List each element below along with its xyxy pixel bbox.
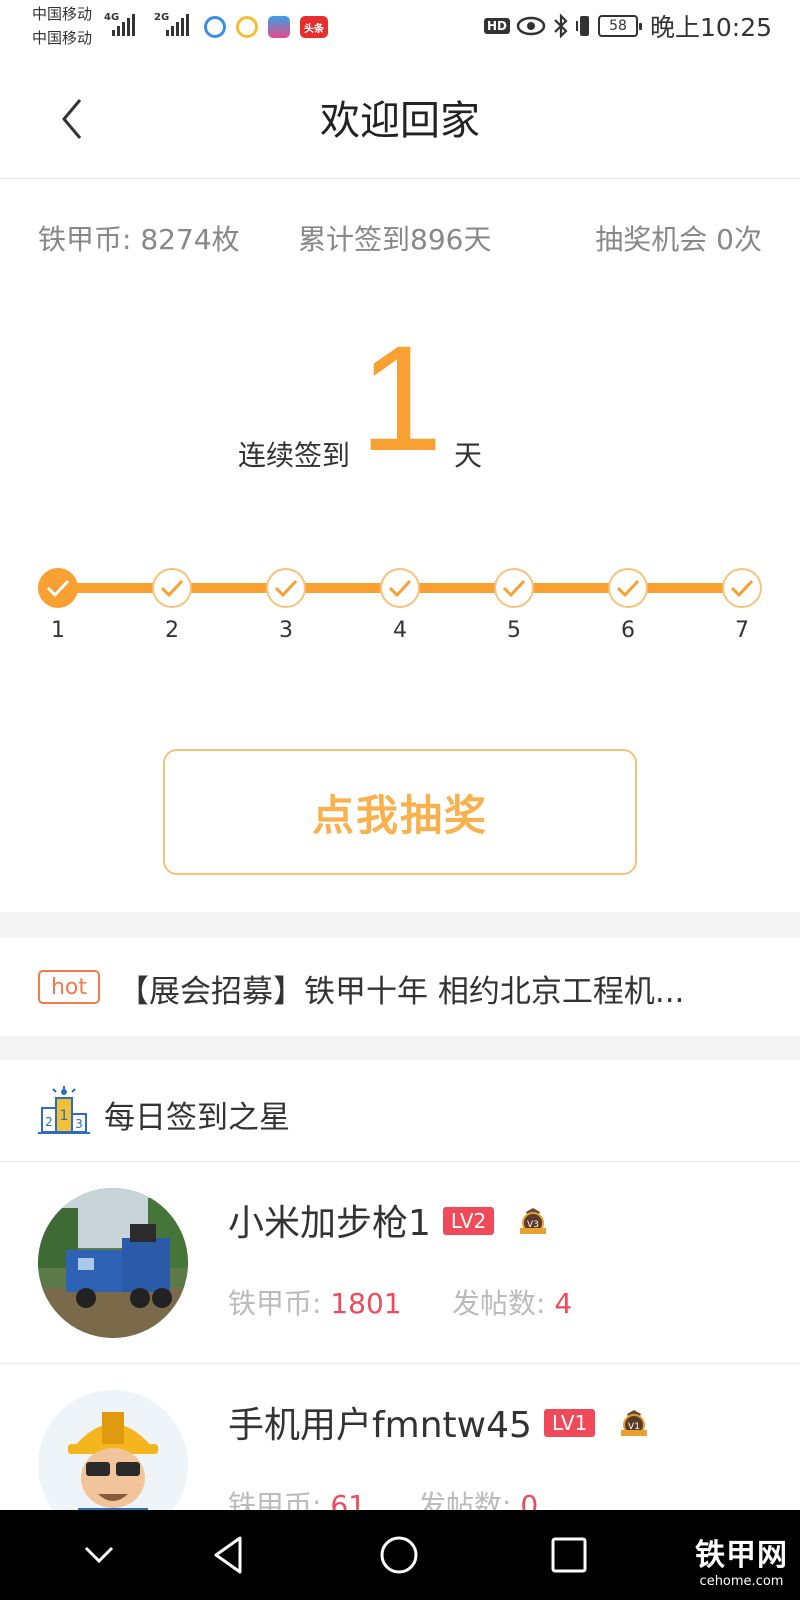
coins-stat: 铁甲币: 8274枚 [38, 223, 240, 256]
svg-text:V3: V3 [527, 1220, 539, 1230]
weibo-icon [236, 16, 258, 38]
hd-icon: HD [484, 12, 511, 40]
stats-row: 铁甲币: 8274枚 累计签到896天 抽奖机会 0次 [0, 218, 800, 262]
checkin-day-label: 4 [393, 618, 407, 643]
check-icon [388, 579, 412, 598]
svg-text:2: 2 [45, 1115, 53, 1129]
check-icon [616, 579, 640, 598]
check-icon [730, 579, 754, 598]
svg-text:3: 3 [75, 1117, 83, 1131]
svg-text:1: 1 [60, 1108, 69, 1124]
status-time: 晚上10:25 [650, 13, 773, 42]
user-posts: 发帖数: 4 [452, 1287, 573, 1320]
home-circle-icon[interactable] [376, 1532, 422, 1578]
checkin-day-label: 6 [621, 618, 635, 643]
news-headline[interactable]: 【展会招募】铁甲十年 相约北京工程机... [118, 966, 758, 1011]
news-ticker[interactable]: hot 【展会招募】铁甲十年 相约北京工程机... [0, 938, 800, 1036]
checkin-day-dot [152, 568, 192, 608]
daily-stars-header: 1 2 3 每日签到之星 [0, 1060, 800, 1162]
lottery-button[interactable]: 点我抽奖 [163, 749, 637, 875]
podium-icon: 1 2 3 [38, 1086, 90, 1134]
level-badge: LV2 [442, 1207, 495, 1235]
checkin-day-dot [494, 568, 534, 608]
daily-stars-title: 每日签到之星 [104, 1100, 290, 1136]
checkin-day-label: 3 [279, 618, 293, 643]
recents-square-icon[interactable] [546, 1532, 592, 1578]
check-icon [160, 579, 184, 598]
checkin-day-label: 5 [507, 618, 521, 643]
vip-badge-icon: V3 [520, 1208, 547, 1234]
streak-days: 1 [359, 314, 443, 482]
checkin-day-label: 1 [51, 618, 65, 643]
checkin-day-dot [266, 568, 306, 608]
streak-label: 连续签到 [238, 439, 351, 472]
signal-icon-2 [166, 14, 189, 36]
check-icon [46, 579, 70, 598]
vip-badge-icon: V1 [621, 1410, 648, 1436]
user-name: 小米加步枪1 LV2 V3 [228, 1194, 550, 1246]
checkin-day-dot [38, 568, 78, 608]
lottery-chances-stat: 抽奖机会 0次 [595, 223, 762, 256]
toutiao-icon: 头条 [300, 16, 328, 38]
system-nav-bar: 铁甲网 cehome.com [0, 1510, 800, 1600]
battery-icon: 58 [598, 12, 642, 40]
carrier-2: 中国移动 [32, 29, 93, 47]
carrier-1: 中国移动 [32, 5, 93, 23]
qq-browser-icon [204, 16, 226, 38]
check-icon [502, 579, 526, 598]
checkin-day-label: 7 [735, 618, 749, 643]
svg-text:V1: V1 [628, 1422, 640, 1432]
level-badge: LV1 [543, 1409, 596, 1437]
top-nav-bar: 欢迎回家 [0, 52, 800, 179]
check-icon [274, 579, 298, 598]
user-row[interactable]: 小米加步枪1 LV2 V3 铁甲币: 1801 发帖数: 4 [0, 1162, 800, 1364]
checkin-day-dot [380, 568, 420, 608]
chevron-down-icon[interactable] [76, 1532, 122, 1578]
user-name: 手机用户fmntw45 LV1 V1 [228, 1396, 651, 1448]
checkin-day-label: 2 [165, 618, 179, 643]
status-bar: 中国移动 中国移动 4G 2G 头条 HD 58 晚上10:25 [0, 0, 800, 52]
checkin-day-dot [608, 568, 648, 608]
page-title: 欢迎回家 [320, 98, 480, 144]
baby-app-icon [268, 16, 290, 38]
hot-badge: hot [38, 970, 100, 1004]
section-divider [0, 912, 800, 938]
checkin-day-dot [722, 568, 762, 608]
user-avatar[interactable] [38, 1188, 188, 1338]
total-checkin-stat: 累计签到896天 [298, 223, 492, 256]
bluetooth-icon [552, 12, 570, 40]
streak-unit: 天 [454, 439, 483, 472]
user-coins: 铁甲币: 1801 [228, 1287, 402, 1320]
signal-icon [112, 14, 135, 36]
section-divider [0, 1036, 800, 1060]
vibrate-icon [576, 12, 592, 40]
eye-icon [516, 12, 546, 40]
watermark-logo: 铁甲网 cehome.com [695, 1538, 788, 1589]
back-triangle-icon[interactable] [206, 1532, 252, 1578]
